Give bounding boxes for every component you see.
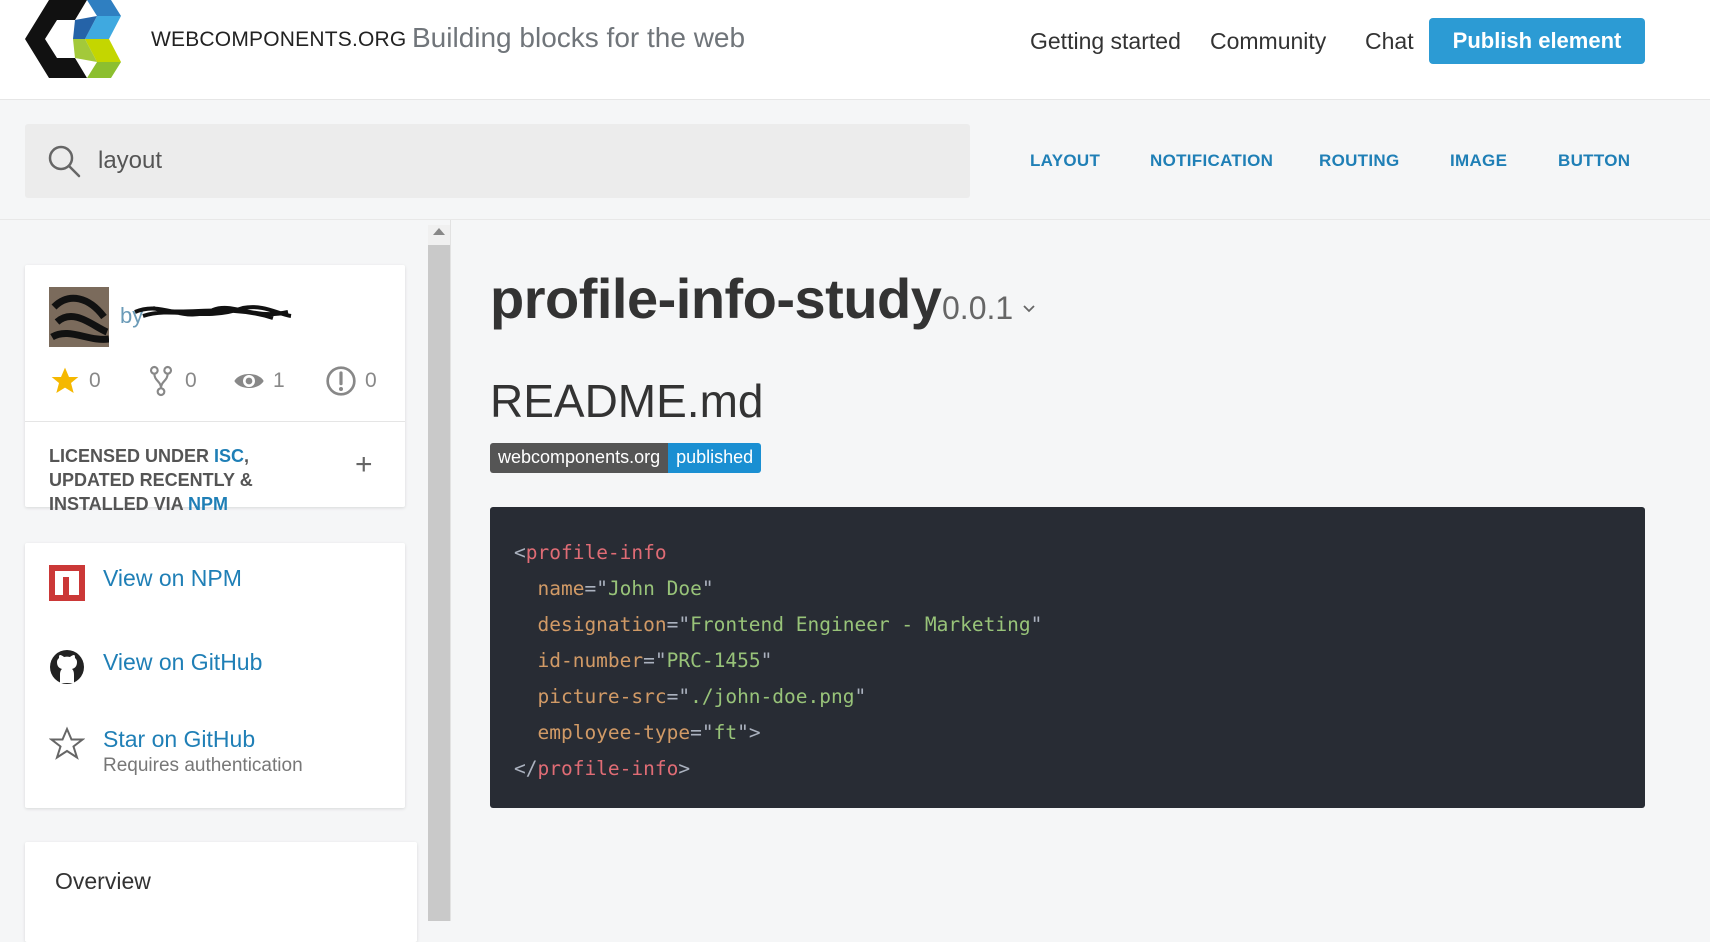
code-line-attr: picture-src="./john-doe.png"	[537, 685, 867, 708]
code-line-attr: employee-type="ft">	[537, 721, 761, 744]
star-filled-icon	[51, 367, 79, 393]
search-bar-area: LAYOUT NOTIFICATION ROUTING IMAGE BUTTON	[0, 101, 1710, 220]
element-title: profile-info-study	[490, 267, 942, 330]
license-link[interactable]: ISC	[214, 446, 244, 466]
view-on-npm-link[interactable]: View on NPM	[49, 565, 242, 601]
tag-routing[interactable]: ROUTING	[1319, 151, 1399, 171]
star-on-github-label: Star on GitHub	[103, 726, 256, 752]
chevron-down-icon	[1023, 304, 1035, 312]
site-tagline: Building blocks for the web	[412, 22, 746, 53]
sidebar-scrollbar[interactable]	[428, 225, 450, 921]
nav-chat[interactable]: Chat	[1365, 28, 1414, 55]
webcomponents-logo-icon[interactable]	[25, 0, 121, 78]
requires-auth-text: Requires authentication	[103, 755, 303, 776]
view-on-github-label: View on GitHub	[103, 649, 263, 675]
code-line-attr: designation="Frontend Engineer - Marketi…	[537, 613, 1043, 636]
code-sample: <profile-info name="John Doe" designatio…	[490, 507, 1645, 808]
badge-site-label: webcomponents.org	[490, 443, 669, 473]
code-line-open: <profile-info	[514, 541, 667, 564]
nav-getting-started[interactable]: Getting started	[1030, 28, 1181, 55]
view-on-npm-label: View on NPM	[103, 565, 242, 591]
license-text: Licensed under ISC, updated recently & i…	[49, 446, 253, 514]
published-badge: webcomponents.org published	[490, 443, 762, 473]
readme-title: README.md	[490, 375, 764, 427]
search-icon	[48, 145, 81, 178]
license-section[interactable]: Licensed under ISC, updated recently & i…	[25, 421, 405, 514]
tag-button[interactable]: BUTTON	[1558, 151, 1630, 171]
issue-icon	[326, 366, 356, 396]
top-header: WEBCOMPONENTS.ORG Building blocks for th…	[0, 0, 1710, 100]
tag-layout[interactable]: LAYOUT	[1030, 151, 1100, 171]
redacted-author-name	[134, 305, 292, 320]
publish-element-button[interactable]: Publish element	[1429, 18, 1645, 64]
view-on-github-link[interactable]: View on GitHub	[49, 649, 262, 685]
overview-tab[interactable]: Overview	[25, 842, 417, 942]
code-line-close: </profile-info>	[514, 757, 691, 780]
site-brand[interactable]: WEBCOMPONENTS.ORG	[151, 28, 406, 52]
star-on-github-link[interactable]: Star on GitHub Requires authentication	[49, 726, 303, 777]
watchers-stat: 1	[233, 365, 285, 397]
star-outline-icon	[49, 726, 85, 760]
scrollbar-thumb[interactable]	[428, 245, 450, 921]
forks-stat: 0	[145, 365, 197, 397]
code-line-attr: id-number="PRC-1455"	[537, 649, 773, 672]
badge-status-label: published	[668, 443, 762, 473]
fork-icon	[149, 365, 173, 397]
stars-stat: 0	[49, 365, 101, 397]
scroll-up-arrow-icon[interactable]	[433, 228, 445, 235]
version-selector[interactable]: 0.0.1	[942, 290, 1037, 327]
forks-count: 0	[185, 369, 197, 392]
stars-count: 0	[89, 369, 101, 392]
version-label: 0.0.1	[942, 290, 1014, 326]
npm-install-link[interactable]: NPM	[188, 494, 228, 514]
content-divider	[450, 220, 451, 921]
author-card: by 0 0 1 0 Licensed under ISC, updated r…	[25, 265, 405, 514]
search-input[interactable]	[98, 142, 938, 180]
tag-notification[interactable]: NOTIFICATION	[1150, 151, 1273, 171]
search-box[interactable]	[25, 124, 970, 198]
avatar[interactable]	[49, 287, 109, 347]
watchers-count: 1	[273, 369, 285, 392]
github-icon	[50, 650, 84, 684]
nav-community[interactable]: Community	[1210, 28, 1326, 55]
tag-image[interactable]: IMAGE	[1450, 151, 1507, 171]
links-card: View on NPM View on GitHub Star on GitHu…	[25, 543, 405, 808]
issues-count: 0	[365, 369, 377, 392]
npm-icon	[49, 565, 85, 601]
eye-icon	[234, 374, 264, 388]
issues-stat: 0	[325, 365, 377, 397]
overview-label: Overview	[55, 868, 151, 894]
code-line-attr: name="John Doe"	[537, 577, 714, 600]
expand-plus-icon[interactable]: +	[355, 448, 373, 482]
